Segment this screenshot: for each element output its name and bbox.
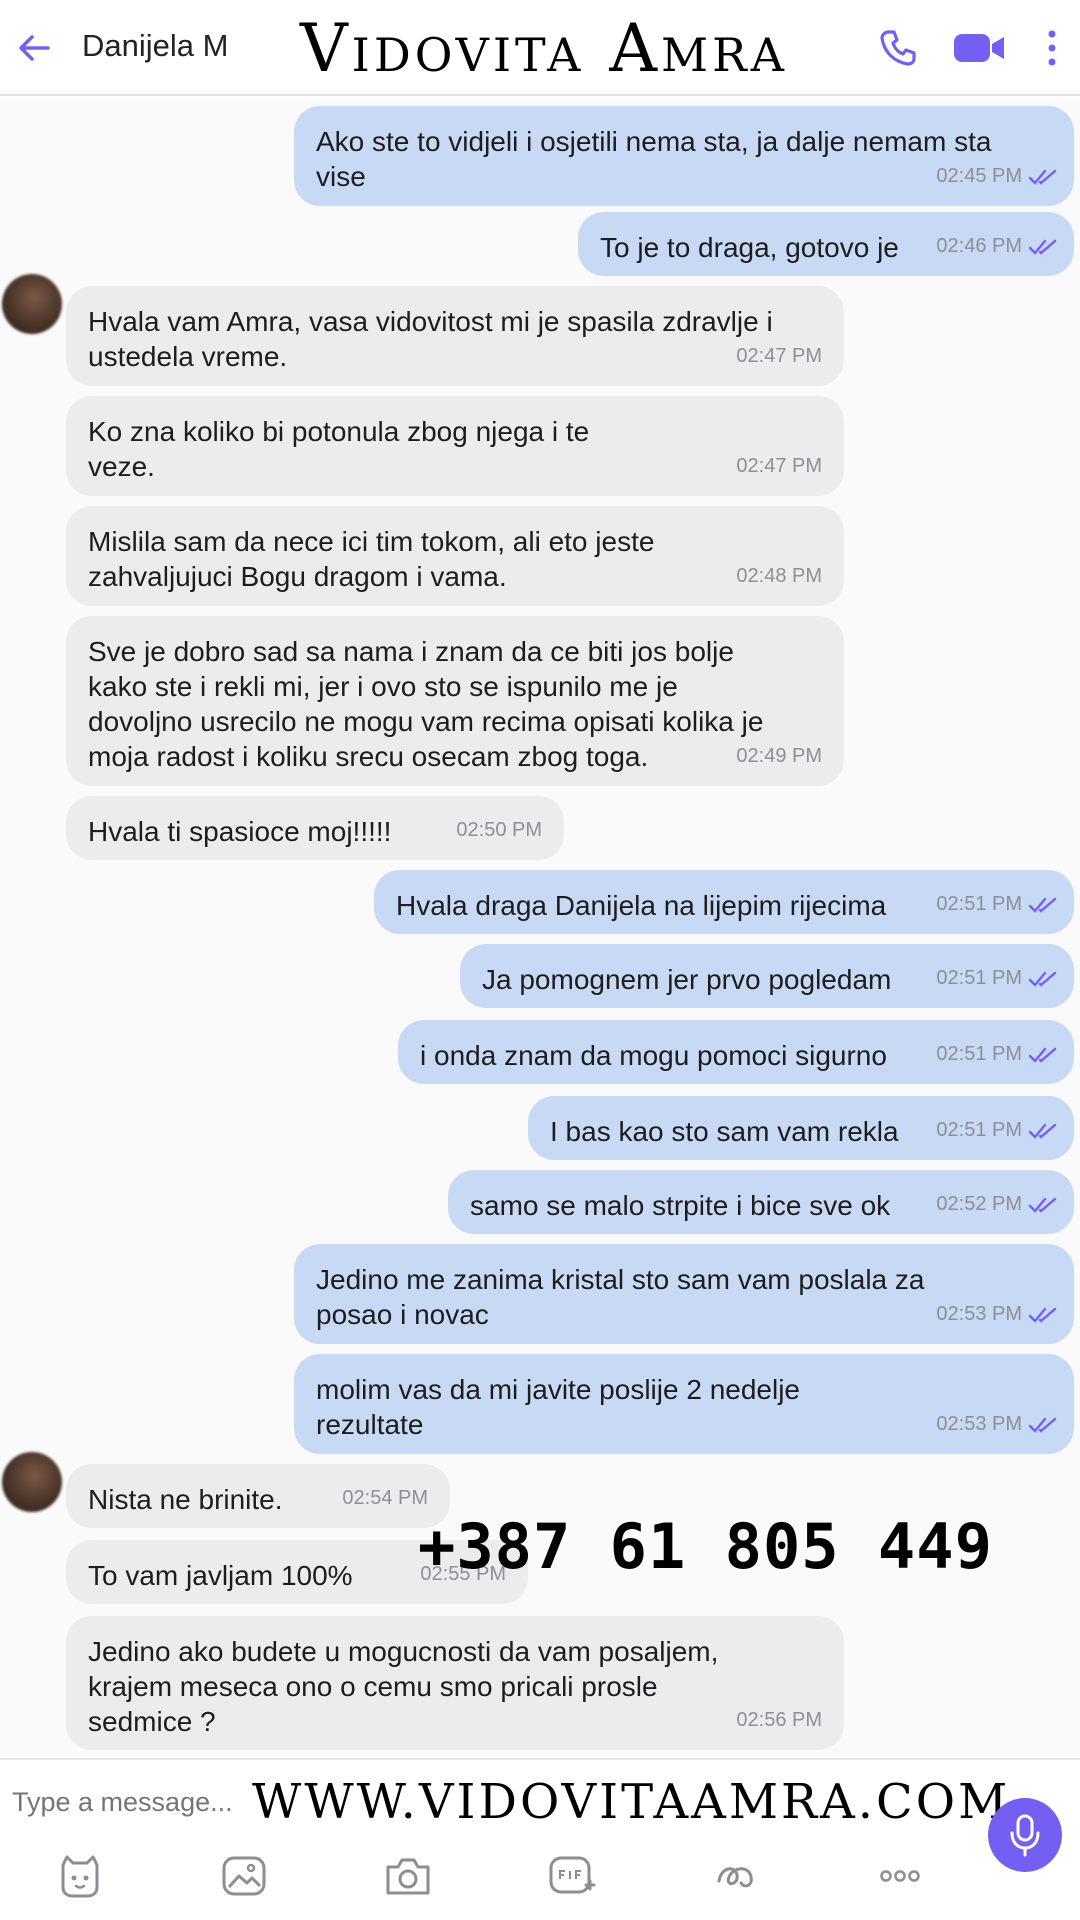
message-time: 02:51 PM (936, 967, 1022, 989)
message-time: 02:56 PM (736, 1709, 822, 1731)
read-ticks-icon (1028, 1197, 1057, 1213)
message-time: 02:49 PM (736, 745, 822, 767)
phone-icon[interactable] (876, 26, 920, 70)
overlay-phone-number: +387 61 805 449 (418, 1510, 993, 1583)
message-bubble-incoming[interactable]: Sve je dobro sad sa nama i znam da ce bi… (66, 616, 844, 786)
message-bubble-incoming[interactable]: Ko zna koliko bi potonula zbog njega i t… (66, 396, 844, 496)
read-ticks-icon (1028, 897, 1057, 913)
contact-avatar[interactable] (2, 274, 62, 334)
video-call-icon[interactable] (952, 28, 1008, 68)
message-time: 02:53 PM (936, 1413, 1022, 1435)
message-list[interactable]: Ako ste to vidjeli i osjetili nema sta, … (0, 98, 1080, 1758)
message-time: 02:50 PM (456, 819, 542, 841)
message-bubble-outgoing[interactable]: Hvala draga Danijela na lijepim rijecima… (374, 870, 1074, 934)
sticker-icon (61, 1855, 99, 1898)
message-bubble-outgoing[interactable]: To je to draga, gotovo je 02:46 PM (578, 212, 1074, 276)
read-ticks-icon (1028, 971, 1057, 987)
read-ticks-icon (1028, 1123, 1057, 1139)
more-vertical-icon[interactable] (1042, 26, 1062, 70)
message-bubble-outgoing[interactable]: I bas kao sto sam vam rekla 02:51 PM (528, 1096, 1074, 1160)
gallery-icon (222, 1856, 266, 1896)
doodle-button[interactable] (708, 1848, 764, 1904)
message-time: 02:51 PM (936, 1043, 1022, 1065)
message-bubble-outgoing[interactable]: Ako ste to vidjeli i osjetili nema sta, … (294, 106, 1074, 206)
read-ticks-icon (1028, 239, 1057, 255)
gif-icon (549, 1856, 596, 1894)
message-bubble-outgoing[interactable]: samo se malo strpite i bice sve ok 02:52… (448, 1170, 1074, 1234)
back-arrow-icon[interactable] (14, 28, 54, 68)
message-composer: WWW.VIDOVITAAMRA.COM (0, 1758, 1080, 1920)
message-text: Sve je dobro sad sa nama i znam da ce bi… (88, 636, 764, 772)
message-bubble-outgoing[interactable]: Ja pomognem jer prvo pogledam 02:51 PM (460, 944, 1074, 1008)
more-options-button[interactable] (872, 1848, 928, 1904)
gallery-button[interactable] (216, 1848, 272, 1904)
contact-avatar[interactable] (2, 1452, 62, 1512)
read-ticks-icon (1028, 169, 1057, 185)
read-ticks-icon (1028, 1307, 1057, 1323)
message-bubble-incoming[interactable]: Hvala ti spasioce moj!!!!! 02:50 PM (66, 796, 564, 860)
message-time: 02:46 PM (936, 235, 1022, 257)
overlay-website: WWW.VIDOVITAAMRA.COM (252, 1774, 1011, 1830)
message-bubble-outgoing[interactable]: Jedino me zanima kristal sto sam vam pos… (294, 1244, 1074, 1344)
message-time: 02:53 PM (936, 1303, 1022, 1325)
message-bubble-incoming[interactable]: Mislila sam da nece ici tim tokom, ali e… (66, 506, 844, 606)
message-bubble-incoming[interactable]: Jedino ako budete u mogucnosti da vam po… (66, 1616, 844, 1750)
message-time: 02:48 PM (736, 565, 822, 587)
read-ticks-icon (1028, 1047, 1057, 1063)
microphone-button[interactable] (988, 1798, 1062, 1872)
message-time: 02:52 PM (936, 1193, 1022, 1215)
more-horizontal-icon (880, 1870, 920, 1882)
read-ticks-icon (1028, 1417, 1057, 1433)
gif-button[interactable] (544, 1848, 600, 1904)
message-text: Ko zna koliko bi potonula zbog njega i t… (88, 416, 590, 482)
message-text: Jedino ako budete u mogucnosti da vam po… (88, 1636, 719, 1737)
camera-icon (386, 1858, 430, 1895)
message-time: 02:47 PM (736, 345, 822, 367)
microphone-icon (1010, 1814, 1040, 1857)
message-text: Hvala vam Amra, vasa vidovitost mi je sp… (88, 306, 773, 372)
chat-header: Danijela M Vidovita Amra (0, 0, 1080, 96)
message-bubble-outgoing[interactable]: i onda znam da mogu pomoci sigurno 02:51… (398, 1020, 1074, 1084)
message-bubble-incoming[interactable]: Hvala vam Amra, vasa vidovitost mi je sp… (66, 286, 844, 386)
message-bubble-incoming[interactable]: Nista ne brinite. 02:54 PM (66, 1464, 450, 1528)
sticker-button[interactable] (52, 1848, 108, 1904)
message-text: Mislila sam da nece ici tim tokom, ali e… (88, 526, 655, 592)
contact-name[interactable]: Danijela M (82, 28, 228, 64)
doodle-icon (717, 1867, 753, 1888)
message-time: 02:51 PM (936, 893, 1022, 915)
message-time: 02:54 PM (342, 1487, 428, 1509)
message-time: 02:45 PM (936, 165, 1022, 187)
message-input[interactable] (12, 1782, 242, 1822)
brand-title-watermark: Vidovita Amra (300, 10, 788, 87)
message-bubble-outgoing[interactable]: molim vas da mi javite poslije 2 nedelje… (294, 1354, 1074, 1454)
message-time: 02:51 PM (936, 1119, 1022, 1141)
camera-button[interactable] (380, 1848, 436, 1904)
message-time: 02:47 PM (736, 455, 822, 477)
